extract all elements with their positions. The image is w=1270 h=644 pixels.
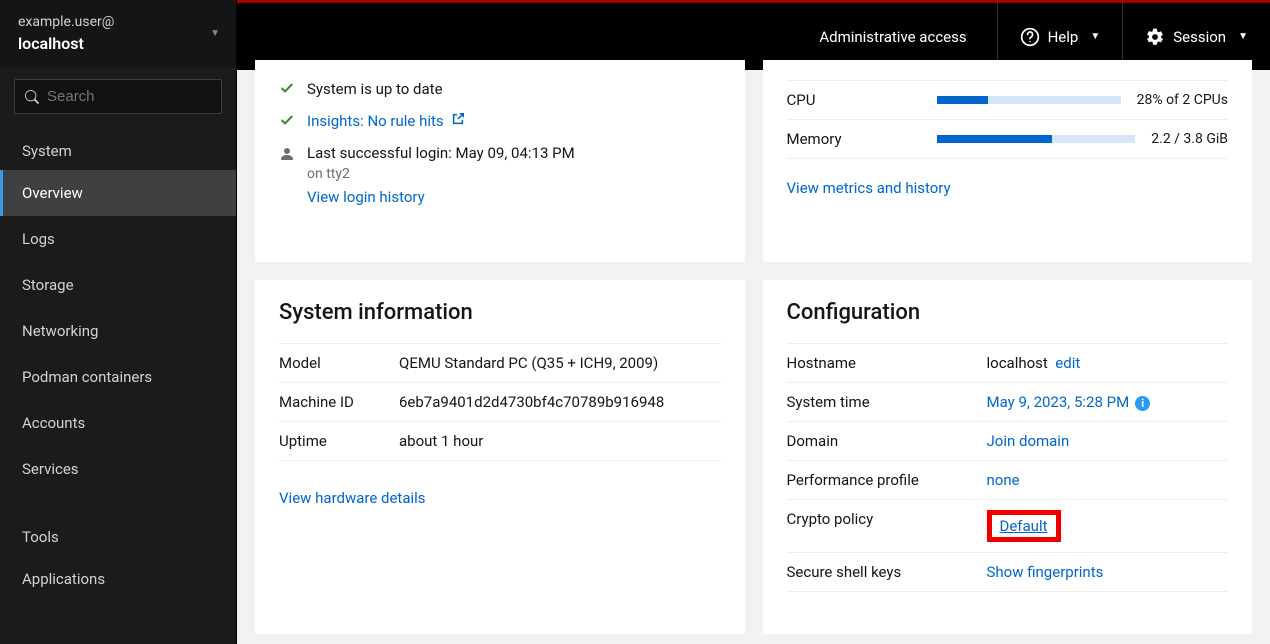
nav-podman[interactable]: Podman containers [0, 354, 236, 400]
configuration-card: Configuration Hostnamelocalhost edit Sys… [763, 280, 1253, 634]
cpu-value: 28% of 2 CPUs [1137, 92, 1228, 108]
chevron-down-icon: ▼ [210, 28, 220, 39]
health-card: System is up to date Insights: No rule h… [255, 60, 745, 262]
caret-down-icon: ▼ [1238, 31, 1248, 42]
memory-progress [937, 135, 1136, 143]
nav-services[interactable]: Services [0, 446, 236, 492]
insights-link[interactable]: Insights: No rule hits [307, 112, 444, 130]
system-info-card: System information ModelQEMU Standard PC… [255, 280, 745, 634]
system-time-link[interactable]: May 9, 2023, 5:28 PM [987, 393, 1130, 411]
cpu-label: CPU [787, 91, 937, 109]
nav-accounts[interactable]: Accounts [0, 400, 236, 446]
admin-access-button[interactable]: Administrative access [819, 28, 966, 46]
gear-icon [1145, 27, 1165, 47]
search-box[interactable] [14, 79, 222, 114]
crypto-policy-link[interactable]: Default [1000, 517, 1048, 535]
health-uptodate: System is up to date [307, 80, 443, 98]
nav-section-tools: Tools [0, 512, 236, 556]
check-icon [279, 114, 295, 130]
search-input[interactable] [47, 88, 211, 105]
view-metrics-link[interactable]: View metrics and history [787, 179, 951, 197]
sidebar: example.user@ localhost ▼ System Overvie… [0, 0, 237, 644]
check-icon [279, 82, 295, 98]
edit-hostname-link[interactable]: edit [1055, 354, 1080, 372]
uptime-value: about 1 hour [399, 432, 721, 450]
perf-profile-link[interactable]: none [987, 471, 1020, 489]
help-icon [1020, 27, 1040, 47]
info-icon: i [1135, 396, 1150, 411]
external-link-icon [451, 112, 465, 130]
user-icon [279, 146, 295, 162]
memory-value: 2.2 / 3.8 GiB [1151, 131, 1228, 147]
nav-logs[interactable]: Logs [0, 216, 236, 262]
last-login-text: Last successful login: May 09, 04:13 PM [307, 144, 575, 162]
config-title: Configuration [787, 300, 1229, 325]
machine-id-value: 6eb7a9401d2d4730bf4c70789b916948 [399, 393, 721, 411]
nav-storage[interactable]: Storage [0, 262, 236, 308]
last-login-tty: on tty2 [307, 166, 575, 182]
nav-applications[interactable]: Applications [0, 556, 236, 602]
nav-overview[interactable]: Overview [0, 170, 236, 216]
show-fingerprints-link[interactable]: Show fingerprints [987, 563, 1104, 581]
user-label: example.user@ [18, 14, 218, 30]
crypto-policy-highlight: Default [987, 510, 1061, 542]
view-login-history-link[interactable]: View login history [307, 188, 425, 206]
caret-down-icon: ▼ [1090, 31, 1100, 42]
model-value: QEMU Standard PC (Q35 + ICH9, 2009) [399, 354, 721, 372]
host-label: localhost [18, 34, 218, 53]
memory-label: Memory [787, 130, 937, 148]
usage-card: CPU 28% of 2 CPUs Memory 2.2 / 3.8 GiB V… [763, 60, 1253, 262]
search-icon [25, 90, 39, 104]
view-hardware-link[interactable]: View hardware details [279, 489, 426, 507]
cpu-progress [937, 96, 1121, 104]
nav-networking[interactable]: Networking [0, 308, 236, 354]
hostname-value: localhost [987, 354, 1048, 372]
host-selector[interactable]: example.user@ localhost ▼ [0, 0, 236, 67]
join-domain-link[interactable]: Join domain [987, 432, 1070, 450]
nav-section-system: System [0, 126, 236, 170]
sysinfo-title: System information [279, 300, 721, 325]
